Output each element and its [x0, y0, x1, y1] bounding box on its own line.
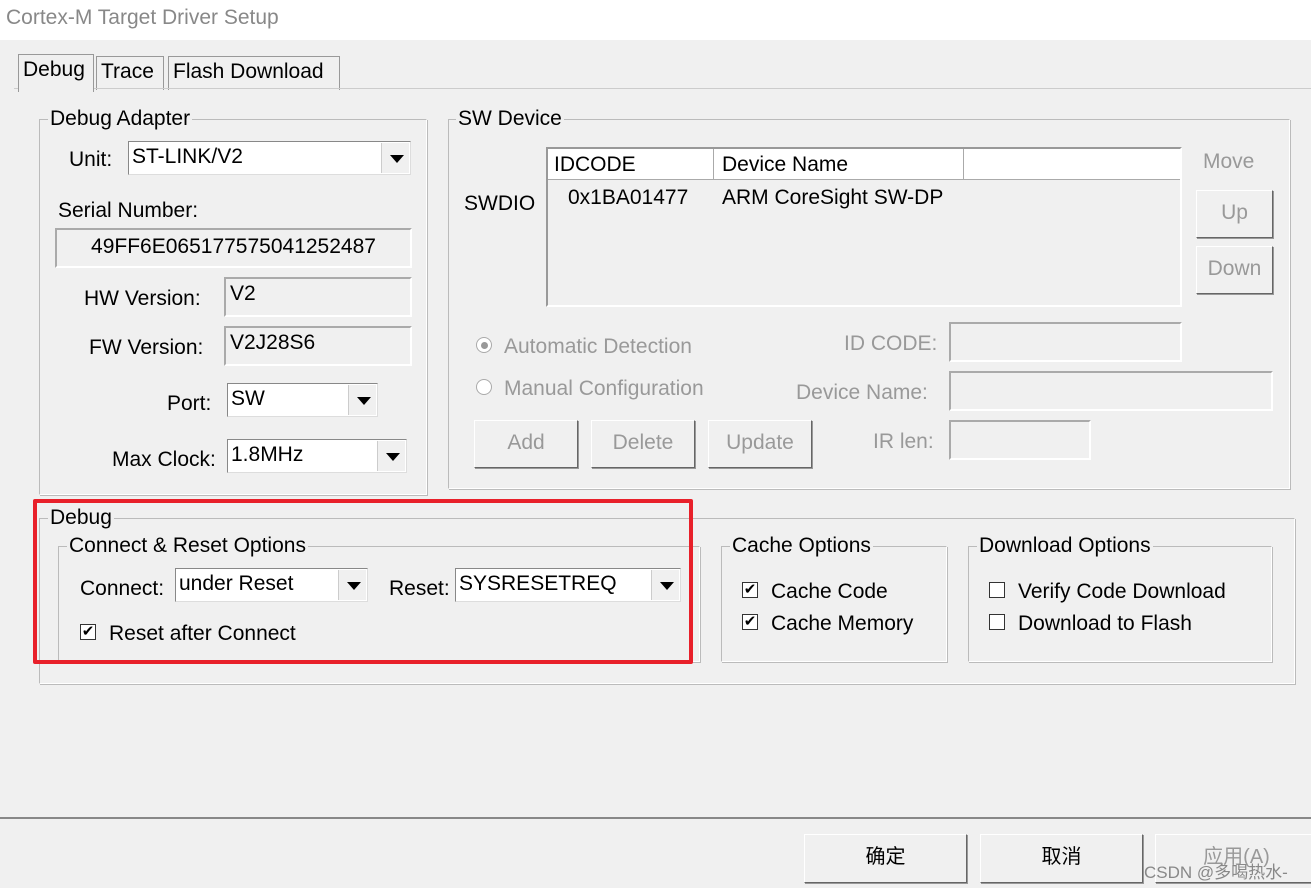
cache-options-group — [721, 546, 947, 662]
download-options-title: Download Options — [977, 534, 1153, 557]
manual-config-radio[interactable] — [476, 379, 492, 395]
cancel-button[interactable]: 取消 — [980, 834, 1143, 883]
download-to-flash-label: Download to Flash — [1018, 612, 1192, 635]
idcode-field[interactable] — [949, 322, 1182, 362]
add-button[interactable]: Add — [474, 420, 578, 468]
download-options-group — [968, 546, 1272, 662]
max-clock-select[interactable]: 1.8MHz — [227, 439, 407, 473]
tab-debug[interactable]: Debug — [18, 54, 94, 92]
max-clock-label: Max Clock: — [112, 448, 216, 471]
max-clock-value: 1.8MHz — [231, 443, 304, 466]
tab-flash-download[interactable]: Flash Download — [168, 56, 340, 90]
fw-version-field: V2J28S6 — [224, 326, 412, 366]
column-header-idcode[interactable]: IDCODE — [548, 149, 714, 180]
unit-value: ST-LINK/V2 — [132, 145, 243, 168]
sw-device-title: SW Device — [456, 107, 564, 130]
fw-version-label: FW Version: — [89, 336, 204, 359]
debug-adapter-title: Debug Adapter — [48, 107, 193, 130]
cache-memory-label: Cache Memory — [771, 612, 914, 635]
cache-memory-checkbox[interactable]: ✔ — [742, 614, 758, 630]
device-name-field[interactable] — [949, 371, 1273, 411]
tab-trace[interactable]: Trace — [96, 56, 164, 90]
hw-version-field: V2 — [224, 277, 412, 317]
verify-code-label: Verify Code Download — [1018, 580, 1226, 603]
up-button[interactable]: Up — [1196, 190, 1273, 238]
irlen-field[interactable] — [949, 420, 1091, 460]
port-label: Port: — [167, 392, 212, 415]
chevron-down-icon[interactable] — [381, 143, 409, 173]
cache-code-label: Cache Code — [771, 580, 888, 603]
chevron-down-icon[interactable] — [377, 441, 405, 471]
watermark: CSDN @多喝热水- — [1144, 863, 1288, 882]
delete-button[interactable]: Delete — [591, 420, 695, 468]
column-header-device-name[interactable]: Device Name — [714, 149, 964, 180]
auto-detect-label: Automatic Detection — [504, 335, 692, 358]
idcode-label: ID CODE: — [844, 332, 938, 355]
device-table[interactable]: IDCODE Device Name 0x1BA01477 ARM CoreSi… — [546, 147, 1182, 307]
port-value: SW — [231, 387, 265, 410]
column-header-empty — [964, 149, 1180, 180]
move-label: Move — [1203, 150, 1255, 173]
title-bar: Cortex-M Target Driver Setup — [0, 0, 1311, 40]
chevron-down-icon[interactable] — [348, 385, 376, 415]
cache-options-title: Cache Options — [730, 534, 873, 557]
verify-code-checkbox[interactable] — [989, 582, 1005, 598]
unit-select[interactable]: ST-LINK/V2 — [128, 141, 411, 175]
hw-version-label: HW Version: — [84, 287, 201, 310]
table-cell-idcode[interactable]: 0x1BA01477 — [568, 186, 688, 210]
auto-detect-radio[interactable] — [476, 337, 492, 353]
down-button[interactable]: Down — [1196, 246, 1273, 294]
table-cell-device-name[interactable]: ARM CoreSight SW-DP — [722, 186, 943, 210]
update-button[interactable]: Update — [708, 420, 812, 468]
serial-label: Serial Number: — [58, 199, 199, 222]
unit-label: Unit: — [69, 148, 113, 171]
manual-config-label: Manual Configuration — [504, 377, 704, 400]
serial-number-field: 49FF6E065177575041252487 — [55, 228, 412, 268]
swdio-label: SWDIO — [464, 192, 536, 215]
port-select[interactable]: SW — [227, 383, 378, 417]
ok-button[interactable]: 确定 — [804, 834, 967, 883]
irlen-label: IR len: — [873, 430, 934, 453]
highlight-box — [33, 499, 693, 664]
download-to-flash-checkbox[interactable] — [989, 614, 1005, 630]
cache-code-checkbox[interactable]: ✔ — [742, 582, 758, 598]
footer-divider — [0, 817, 1311, 819]
device-name-label: Device Name: — [796, 381, 928, 404]
